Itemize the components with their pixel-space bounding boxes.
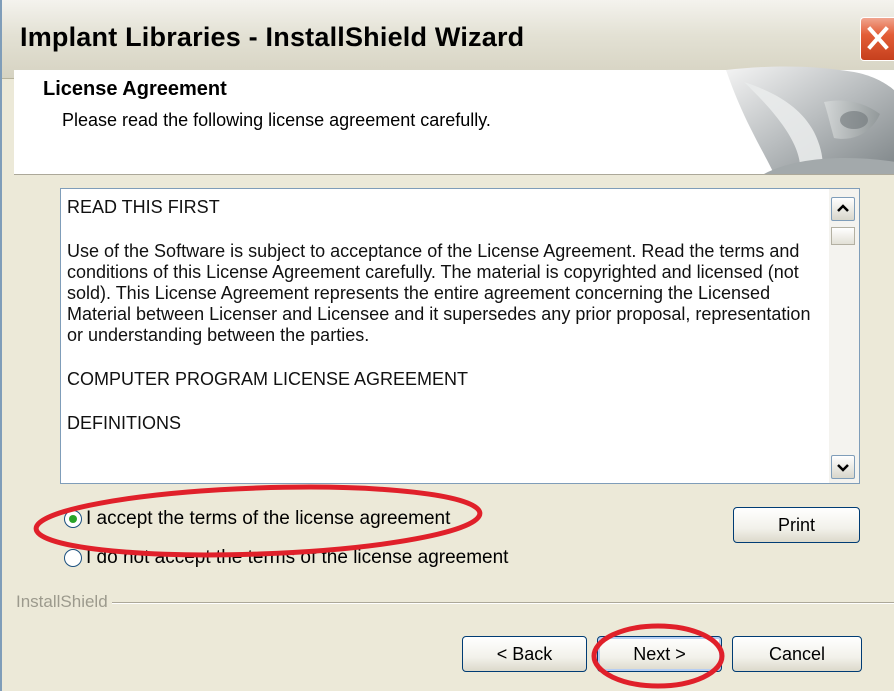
chevron-up-icon — [837, 204, 849, 212]
back-button[interactable]: < Back — [462, 636, 587, 672]
license-text-box[interactable]: READ THIS FIRST Use of the Software is s… — [60, 188, 860, 484]
chevron-down-icon — [837, 464, 849, 472]
scroll-up-button[interactable] — [831, 197, 855, 221]
brand-divider — [112, 602, 894, 604]
installshield-brand: InstallShield — [16, 592, 108, 611]
print-button[interactable]: Print — [733, 507, 860, 543]
license-section-title: COMPUTER PROGRAM LICENSE AGREEMENT — [67, 369, 469, 389]
header-title: License Agreement — [43, 78, 227, 100]
license-section-title: DEFINITIONS — [67, 413, 182, 433]
scroll-down-button[interactable] — [831, 455, 855, 479]
license-heading: READ THIS FIRST — [67, 197, 220, 217]
license-paragraph: Use of the Software is subject to accept… — [67, 241, 811, 345]
window-title: Implant Libraries - InstallShield Wizard — [20, 22, 525, 52]
accept-radio-button[interactable] — [64, 510, 82, 528]
close-icon — [867, 26, 889, 50]
accept-radio-label[interactable]: I accept the terms of the license agreem… — [86, 508, 450, 530]
license-text: READ THIS FIRST Use of the Software is s… — [67, 197, 827, 457]
scroll-thumb[interactable] — [831, 227, 855, 245]
vertical-scrollbar[interactable] — [829, 189, 859, 483]
next-button[interactable]: Next > — [597, 636, 722, 672]
wizard-header: License Agreement Please read the follow… — [14, 66, 894, 175]
installer-window: Implant Libraries - InstallShield Wizard… — [0, 0, 894, 691]
radio-selected-dot — [69, 515, 77, 523]
header-subtitle: Please read the following license agreem… — [62, 110, 491, 130]
cancel-button[interactable]: Cancel — [732, 636, 862, 672]
header-art-icon — [726, 66, 894, 174]
decline-radio-button[interactable] — [64, 549, 82, 567]
close-button[interactable] — [860, 17, 894, 61]
decline-radio-label[interactable]: I do not accept the terms of the license… — [86, 547, 508, 569]
